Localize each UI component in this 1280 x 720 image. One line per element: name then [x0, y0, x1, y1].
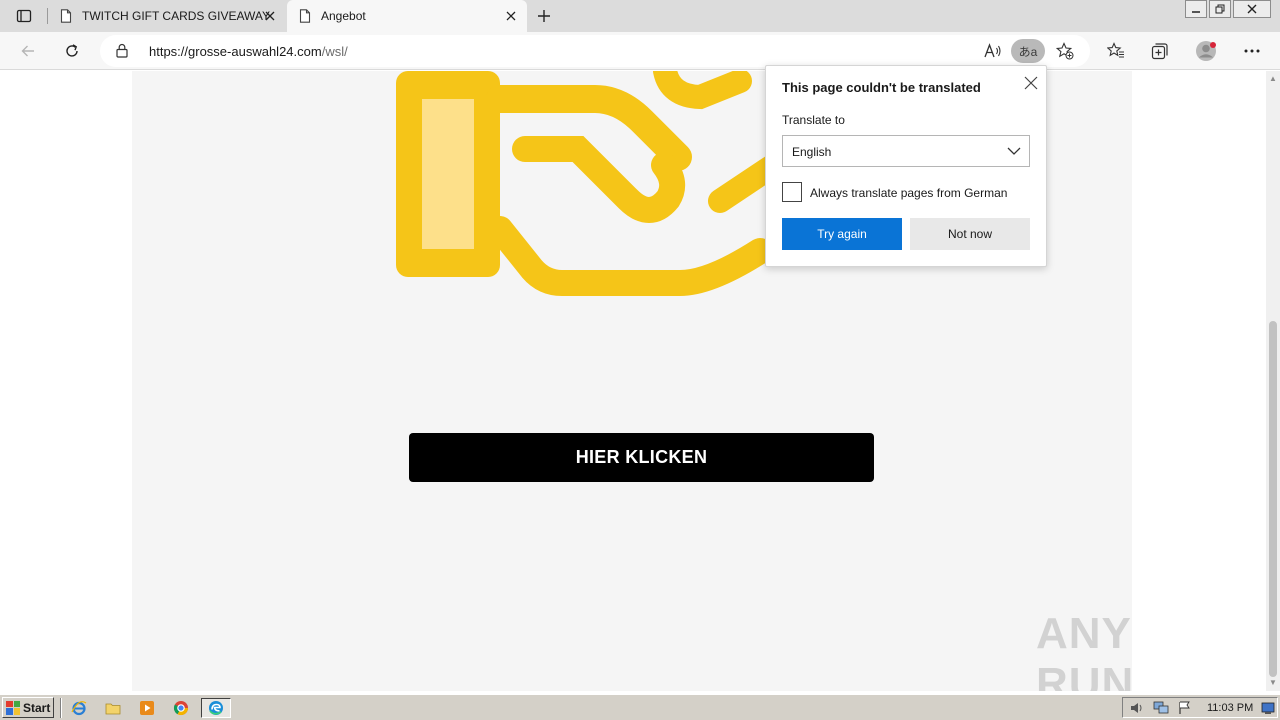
handshake-illustration [396, 71, 792, 296]
refresh-button[interactable] [58, 37, 86, 65]
tab-title: TWITCH GIFT CARDS GIVEAWAY [82, 9, 271, 23]
media-player-button[interactable] [136, 698, 158, 718]
refresh-icon [66, 44, 78, 57]
explorer-button[interactable] [102, 698, 124, 718]
windows-logo-icon [6, 700, 20, 715]
close-icon [1247, 4, 1257, 14]
favorites-icon [1107, 42, 1124, 58]
minimize-button[interactable] [1185, 0, 1207, 18]
favorites-button[interactable] [1102, 37, 1130, 65]
address-bar[interactable]: https://grosse-auswahl24.com/wsl/ あa [100, 35, 1090, 67]
volume-icon[interactable] [1129, 701, 1145, 715]
tab-actions-button[interactable] [8, 4, 40, 28]
tab-actions-icon [16, 9, 32, 23]
lock-icon[interactable] [116, 43, 128, 61]
back-button[interactable] [14, 37, 42, 65]
scroll-down-icon[interactable]: ▼ [1269, 679, 1277, 687]
tab-strip: TWITCH GIFT CARDS GIVEAWAY Angebot [0, 0, 1280, 32]
clock[interactable]: 11:03 PM [1207, 702, 1253, 714]
collections-icon [1151, 43, 1168, 60]
restore-button[interactable] [1209, 0, 1231, 18]
chrome-icon [173, 701, 189, 716]
star-plus-icon [1056, 42, 1074, 60]
ie-icon [71, 701, 87, 716]
url-host: https://grosse-auswahl24.com [149, 44, 322, 59]
page-icon [60, 9, 72, 23]
selected-language: English [792, 145, 832, 159]
tab-twitch[interactable]: TWITCH GIFT CARDS GIVEAWAY [48, 0, 286, 32]
url-path: /wsl/ [321, 44, 348, 59]
tab-title: Angebot [321, 9, 366, 23]
page-viewport: HIER KLICKEN ANY RUN [0, 71, 1266, 691]
close-window-button[interactable] [1233, 0, 1271, 18]
tab-close-icon[interactable] [262, 8, 278, 24]
action-center-flag-icon[interactable] [1177, 701, 1193, 715]
restore-icon [1215, 4, 1225, 14]
chrome-button[interactable] [170, 698, 192, 718]
read-aloud-icon [984, 43, 1001, 58]
avatar [1196, 41, 1216, 61]
media-player-icon [140, 701, 154, 715]
read-aloud-button[interactable] [980, 39, 1006, 63]
close-icon [1024, 76, 1038, 90]
minimize-icon [1192, 11, 1200, 13]
always-translate-checkbox[interactable] [782, 182, 802, 202]
taskbar: Start 11:03 PM [0, 694, 1280, 720]
tab-angebot[interactable]: Angebot [287, 0, 527, 32]
always-translate-label: Always translate pages from German [810, 186, 1008, 200]
language-select[interactable]: English [782, 135, 1030, 167]
translate-button[interactable]: あa [1011, 39, 1045, 63]
new-tab-button[interactable] [533, 5, 555, 27]
hier-klicken-button[interactable]: HIER KLICKEN [409, 433, 874, 482]
plus-icon [538, 10, 550, 22]
tab-close-icon[interactable] [503, 8, 519, 24]
profile-button[interactable] [1192, 37, 1220, 65]
start-button[interactable]: Start [2, 697, 54, 718]
edge-icon [209, 701, 223, 715]
anyrun-watermark: ANY RUN [1036, 609, 1236, 691]
taskbar-separator [60, 698, 62, 718]
browser-toolbar: https://grosse-auswahl24.com/wsl/ あa [0, 32, 1280, 70]
network-icon[interactable] [1153, 701, 1169, 715]
not-now-button[interactable]: Not now [910, 218, 1030, 250]
page-scrollbar[interactable]: ▲ ▼ [1266, 71, 1280, 691]
folder-icon [105, 703, 121, 715]
translate-to-label: Translate to [782, 113, 845, 127]
chevron-down-icon [1007, 145, 1021, 159]
arrow-left-icon [21, 45, 34, 57]
more-icon [1244, 49, 1260, 53]
url-text[interactable]: https://grosse-auswahl24.com/wsl/ [149, 44, 348, 59]
scroll-thumb[interactable] [1269, 321, 1277, 677]
show-desktop-icon[interactable] [1261, 701, 1277, 715]
translate-popup: This page couldn't be translated Transla… [765, 65, 1047, 267]
edge-taskbar-button[interactable] [201, 698, 231, 718]
start-label: Start [23, 700, 51, 715]
add-favorite-button[interactable] [1052, 39, 1078, 63]
settings-more-button[interactable] [1238, 37, 1266, 65]
collections-button[interactable] [1146, 37, 1174, 65]
popup-title: This page couldn't be translated [782, 80, 981, 95]
watermark-text: ANY RUN [1036, 609, 1135, 691]
page-icon [299, 9, 311, 23]
ie-button[interactable] [68, 698, 90, 718]
translate-icon: あa [1018, 44, 1038, 59]
system-tray: 11:03 PM [1122, 697, 1278, 718]
popup-close-button[interactable] [1022, 74, 1040, 92]
try-again-button[interactable]: Try again [782, 218, 902, 250]
scroll-up-icon[interactable]: ▲ [1269, 75, 1277, 83]
